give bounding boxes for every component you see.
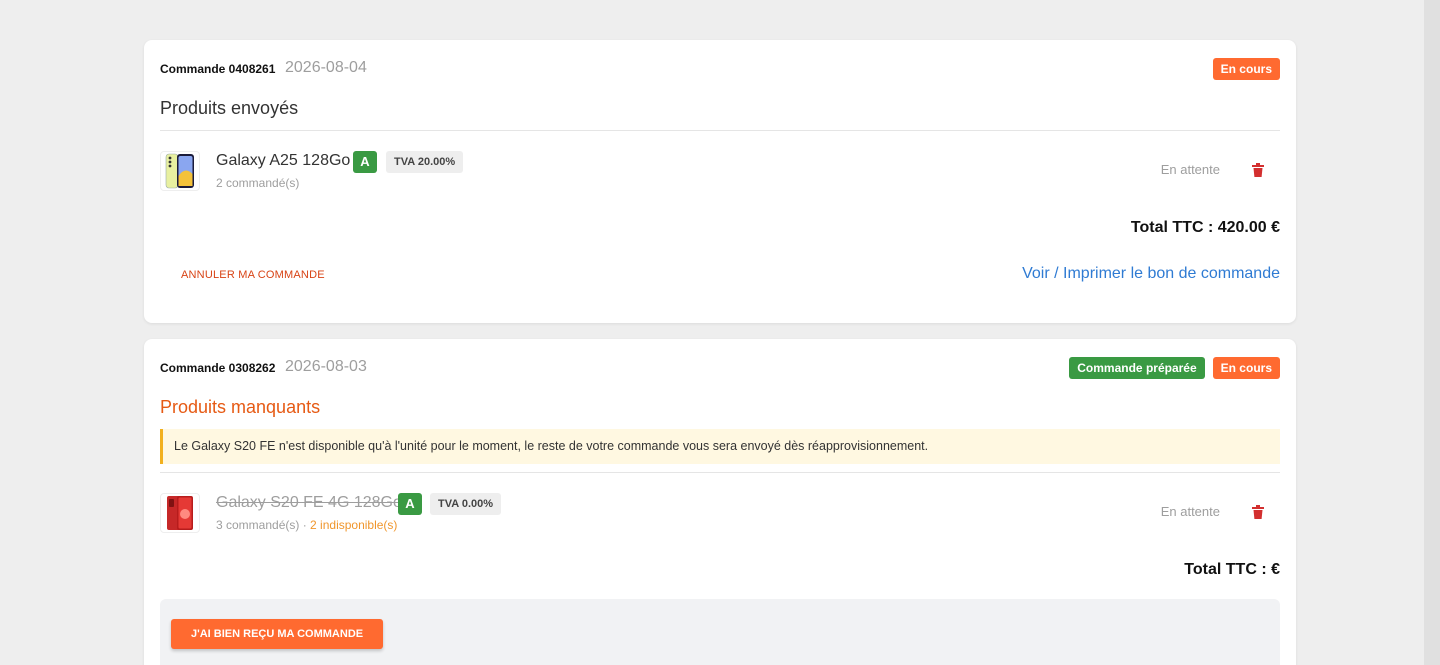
order-total: Total TTC : € [1184,561,1280,578]
unavailable-count: 2 indisponible(s) [310,518,398,532]
status-badge: En cours [1212,357,1280,379]
order-card: Commande 0308262 2026-08-03 Commande pré… [144,339,1296,665]
product-name: Galaxy A25 128Go [216,152,351,169]
product-name: Galaxy S20 FE 4G 128Go [216,494,402,511]
trash-icon[interactable] [1252,163,1264,177]
phone-red-icon [160,493,200,533]
order-total: Total TTC : 420.00 € [1130,219,1280,236]
order-header: Commande 0408261 2026-08-04 En cours [160,40,1280,96]
grade-badge: A [353,151,377,173]
scrollbar[interactable] [1424,0,1440,665]
separator: · [299,518,311,532]
phone-yellow-icon [160,151,200,191]
prepared-badge: Commande préparée [1069,357,1205,379]
cancel-order-button[interactable]: Annuler ma commande [181,269,325,281]
stock-alert: Le Galaxy S20 FE n'est disponible qu'à l… [160,429,1280,464]
tva-badge: TVA 20.00% [386,151,464,173]
order-badges: En cours [1212,58,1280,80]
order-date: 2026-08-04 [285,59,367,76]
product-status: En attente [1160,504,1220,519]
ordered-count: 3 commandé(s) [216,518,300,532]
order-header: Commande 0308262 2026-08-03 Commande pré… [160,339,1280,395]
order-card: Commande 0408261 2026-08-04 En cours Pro… [144,40,1296,323]
product-quantity: 3 commandé(s) · 2 indisponible(s) [216,518,397,532]
grade-badge: A [398,493,422,515]
order-date: 2026-08-03 [285,358,367,375]
section-title: Produits manquants [160,397,321,417]
status-badge: En cours [1212,58,1280,80]
product-row: Galaxy S20 FE 4G 128Go A TVA 0.00% 3 com… [160,473,1280,553]
product-status: En attente [1160,162,1220,177]
tva-badge: TVA 0.00% [430,493,502,515]
receive-panel: J'ai bien reçu ma commande [160,599,1280,665]
trash-icon[interactable] [1252,505,1264,519]
section-title: Produits envoyés [160,98,299,118]
print-order-link[interactable]: Voir / Imprimer le bon de commande [1022,265,1280,283]
product-row: Galaxy A25 128Go A TVA 20.00% 2 commandé… [160,131,1280,211]
confirm-receipt-button[interactable]: J'ai bien reçu ma commande [171,619,384,649]
order-number: Commande 0408261 [160,62,276,76]
order-actions: Annuler ma commande Voir / Imprimer le b… [160,245,1280,305]
order-number: Commande 0308262 [160,361,276,375]
product-quantity: 2 commandé(s) [216,176,300,190]
order-badges: Commande préparée En cours [1069,357,1280,379]
